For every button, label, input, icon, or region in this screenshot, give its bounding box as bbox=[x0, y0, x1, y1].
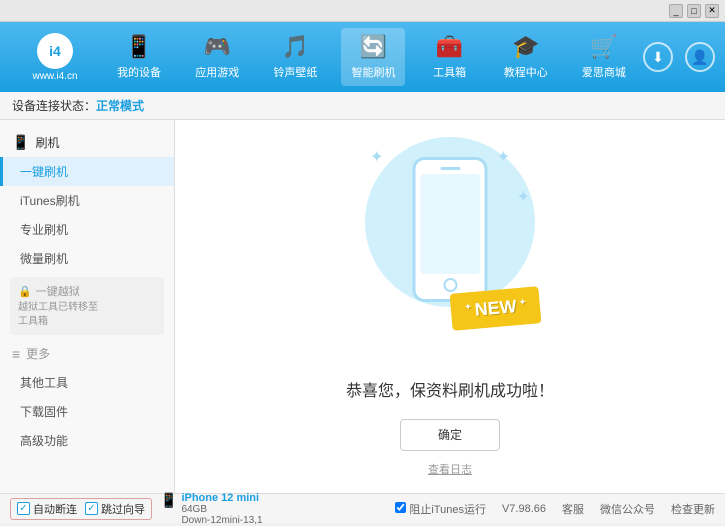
minimize-button[interactable]: _ bbox=[669, 4, 683, 18]
status-value: 正常模式 bbox=[96, 97, 144, 114]
bottom-right-area: 阻止iTunes运行 V7.98.66 客服 微信公众号 检查更新 bbox=[395, 501, 715, 517]
sidebar-item-other-tools[interactable]: 其他工具 bbox=[0, 368, 174, 397]
download-firmware-label: 下载固件 bbox=[20, 405, 68, 419]
my-device-icon: 📱 bbox=[125, 34, 152, 60]
device-info: 📱 iPhone 12 mini 64GB Down-12mini-13,1 bbox=[160, 492, 263, 526]
skip-wizard-check-icon: ✓ bbox=[85, 502, 98, 515]
download-button[interactable]: ⬇ bbox=[643, 42, 673, 72]
logo-icon: i4 bbox=[37, 33, 73, 69]
ringtones-icon: 🎵 bbox=[282, 34, 309, 60]
confirm-button[interactable]: 确定 bbox=[400, 419, 500, 451]
tutorials-icon: 🎓 bbox=[512, 34, 539, 60]
nav-label-smart-flash: 智能刷机 bbox=[351, 64, 395, 80]
nav-item-toolbox[interactable]: 🧰 工具箱 bbox=[420, 28, 480, 86]
device-capacity: 64GB bbox=[181, 504, 262, 515]
sidebar-item-micro-flash[interactable]: 微量刷机 bbox=[0, 244, 174, 273]
sparkle-2: ✦ bbox=[497, 147, 510, 167]
close-button[interactable]: ✕ bbox=[705, 4, 719, 18]
navbar: i4 www.i4.cn 📱 我的设备 🎮 应用游戏 🎵 铃声壁纸 🔄 智能刷机… bbox=[0, 22, 725, 92]
nav-item-apps-games[interactable]: 🎮 应用游戏 bbox=[185, 28, 249, 86]
smart-flash-icon: 🔄 bbox=[360, 34, 387, 60]
sparkle-1: ✦ bbox=[370, 147, 383, 167]
nav-items: 📱 我的设备 🎮 应用游戏 🎵 铃声壁纸 🔄 智能刷机 🧰 工具箱 🎓 教程中心… bbox=[100, 28, 643, 86]
more-label: 更多 bbox=[26, 345, 50, 362]
itunes-status-label: 阻止iTunes运行 bbox=[409, 504, 486, 516]
new-badge: NEW bbox=[449, 286, 541, 331]
locked-label: 一键越狱 bbox=[36, 283, 80, 299]
skip-wizard-checkbox[interactable]: ✓ 跳过向导 bbox=[85, 501, 145, 517]
flash-section-label: 刷机 bbox=[35, 134, 59, 151]
flash-section-icon: 📱 bbox=[12, 134, 29, 151]
locked-content: 越狱工具已转移至工具箱 bbox=[18, 301, 156, 329]
nav-label-tutorials: 教程中心 bbox=[504, 64, 548, 80]
auto-disconnect-label: 自动断连 bbox=[33, 501, 77, 517]
shop-icon: 🛒 bbox=[590, 34, 617, 60]
nav-label-toolbox: 工具箱 bbox=[433, 64, 466, 80]
status-label: 设备连接状态： bbox=[12, 97, 96, 114]
auto-disconnect-checkbox[interactable]: ✓ 自动断连 bbox=[17, 501, 77, 517]
content-area: ✦ ✦ ✦ NEW 恭喜您，保资料刷机成功啦！ 确定 查看日志 bbox=[175, 120, 725, 493]
wechat-link[interactable]: 微信公众号 bbox=[600, 501, 655, 517]
one-key-flash-label: 一键刷机 bbox=[20, 165, 68, 179]
nav-right-buttons: ⬇ 👤 bbox=[643, 42, 715, 72]
itunes-flash-label: iTunes刷机 bbox=[20, 194, 80, 208]
customer-service-link[interactable]: 客服 bbox=[562, 501, 584, 517]
nav-item-tutorials[interactable]: 🎓 教程中心 bbox=[494, 28, 558, 86]
pro-flash-label: 专业刷机 bbox=[20, 223, 68, 237]
phone-speaker bbox=[440, 167, 460, 170]
device-icon: 📱 bbox=[160, 492, 177, 509]
itunes-checkbox[interactable] bbox=[395, 502, 406, 513]
sidebar-divider-more: 更多 bbox=[0, 339, 174, 368]
nav-item-my-device[interactable]: 📱 我的设备 bbox=[107, 28, 171, 86]
device-model: Down-12mini-13,1 bbox=[181, 515, 262, 526]
device-name: iPhone 12 mini bbox=[181, 492, 262, 504]
phone-screen bbox=[420, 174, 480, 274]
locked-title: 🔒 一键越狱 bbox=[18, 283, 156, 299]
locked-desc: 越狱工具已转移至工具箱 bbox=[18, 302, 98, 327]
logo: i4 www.i4.cn bbox=[10, 33, 100, 82]
logo-symbol: i4 bbox=[49, 43, 61, 59]
maximize-button[interactable]: □ bbox=[687, 4, 701, 18]
statusbar: 设备连接状态： 正常模式 bbox=[0, 92, 725, 120]
toolbox-icon: 🧰 bbox=[436, 34, 463, 60]
titlebar: _ □ ✕ bbox=[0, 0, 725, 22]
sidebar-item-one-key-flash[interactable]: 一键刷机 bbox=[0, 157, 174, 186]
main-area: 📱 刷机 一键刷机 iTunes刷机 专业刷机 微量刷机 🔒 一键越狱 越狱工具… bbox=[0, 120, 725, 493]
info-link[interactable]: 查看日志 bbox=[428, 461, 472, 477]
sparkle-3: ✦ bbox=[517, 187, 530, 207]
itunes-status: 阻止iTunes运行 bbox=[395, 501, 486, 517]
phone-illustration: ✦ ✦ ✦ NEW bbox=[360, 137, 540, 357]
advanced-label: 高级功能 bbox=[20, 434, 68, 448]
nav-label-ringtones: 铃声壁纸 bbox=[273, 64, 317, 80]
sidebar: 📱 刷机 一键刷机 iTunes刷机 专业刷机 微量刷机 🔒 一键越狱 越狱工具… bbox=[0, 120, 175, 493]
nav-label-apps-games: 应用游戏 bbox=[195, 64, 239, 80]
nav-item-smart-flash[interactable]: 🔄 智能刷机 bbox=[341, 28, 405, 86]
sidebar-item-advanced[interactable]: 高级功能 bbox=[0, 426, 174, 455]
auto-disconnect-check-icon: ✓ bbox=[17, 502, 30, 515]
nav-item-ringtones[interactable]: 🎵 铃声壁纸 bbox=[263, 28, 327, 86]
checkbox-group: ✓ 自动断连 ✓ 跳过向导 bbox=[10, 498, 152, 520]
phone-home-btn bbox=[443, 278, 457, 292]
phone-device bbox=[413, 157, 488, 302]
nav-item-shop[interactable]: 🛒 爱思商城 bbox=[572, 28, 636, 86]
sidebar-item-itunes-flash[interactable]: iTunes刷机 bbox=[0, 186, 174, 215]
skip-wizard-label: 跳过向导 bbox=[101, 501, 145, 517]
success-text: 恭喜您，保资料刷机成功啦！ bbox=[346, 377, 554, 401]
apps-games-icon: 🎮 bbox=[204, 34, 231, 60]
sidebar-section-flash: 📱 刷机 bbox=[0, 128, 174, 157]
check-update-link[interactable]: 检查更新 bbox=[671, 501, 715, 517]
lock-icon: 🔒 bbox=[18, 285, 32, 298]
locked-section: 🔒 一键越狱 越狱工具已转移至工具箱 bbox=[10, 277, 164, 335]
device-details: iPhone 12 mini 64GB Down-12mini-13,1 bbox=[181, 492, 262, 526]
sidebar-item-download-firmware[interactable]: 下载固件 bbox=[0, 397, 174, 426]
bottombar: ✓ 自动断连 ✓ 跳过向导 📱 iPhone 12 mini 64GB Down… bbox=[0, 493, 725, 523]
sidebar-item-pro-flash[interactable]: 专业刷机 bbox=[0, 215, 174, 244]
user-button[interactable]: 👤 bbox=[685, 42, 715, 72]
other-tools-label: 其他工具 bbox=[20, 376, 68, 390]
nav-label-shop: 爱思商城 bbox=[582, 64, 626, 80]
nav-label-my-device: 我的设备 bbox=[117, 64, 161, 80]
logo-text: www.i4.cn bbox=[32, 71, 77, 82]
version-label: V7.98.66 bbox=[502, 503, 546, 515]
micro-flash-label: 微量刷机 bbox=[20, 252, 68, 266]
